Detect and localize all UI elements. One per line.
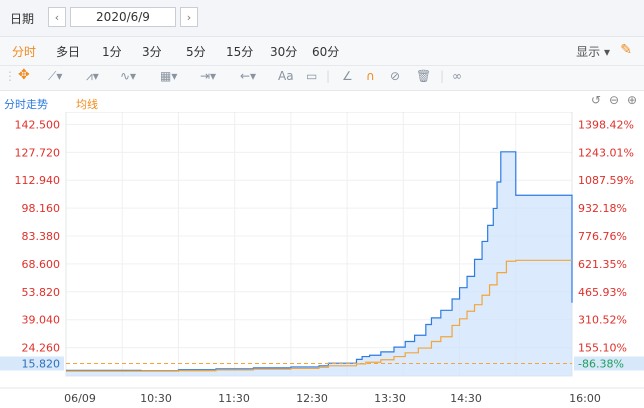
next-date-button[interactable]: › [180,7,198,27]
hide-drawings-icon[interactable]: ⊘ [390,69,400,83]
chart-header: 分时走势 均线 ↺ ⊖ ⊕ [0,92,644,112]
x-tick-6: 16:00 [569,392,601,405]
y-left-tick-4: 83.380 [22,230,61,243]
y-left-tick-3: 98.160 [22,202,61,215]
y-right-tick-4: 776.76% [578,230,627,243]
x-tick-2: 11:30 [218,392,250,405]
prev-date-button[interactable]: ‹ [48,7,66,27]
y-right-tick-2: 1087.59% [578,174,634,187]
crosshair-icon[interactable]: ✥ [18,67,30,83]
x-tick-5: 14:30 [450,392,482,405]
chevron-right-icon: › [186,11,192,24]
line-tool-icon[interactable]: ⟋▾ [48,69,62,84]
y-right-tick-0: 1398.42% [578,118,634,131]
tab-15min[interactable]: 15分 [226,43,253,60]
tab-3min[interactable]: 3分 [142,43,162,60]
tab-multi-day[interactable]: 多日 [56,43,80,60]
text-tool[interactable]: Aa [278,69,294,83]
intraday-chart[interactable]: 15.820 -86.38% 142.500 127.720 112.940 98.16… [0,112,644,408]
date-bar: 日期 ‹ 2020/6/9 › [0,0,644,37]
wave-tool-icon[interactable]: ∿▾ [120,69,136,83]
x-tick-1: 10:30 [140,392,172,405]
period-tabs: 分时 多日 1分 3分 5分 15分 30分 60分 显示 ▾ ✎ [0,37,644,66]
magnet-icon[interactable]: ∩ [366,69,375,83]
tab-average-line[interactable]: 均线 [76,96,98,112]
date-field[interactable]: 2020/6/9 [70,7,176,27]
x-tick-4: 13:30 [374,392,406,405]
drawing-toolbar: ⋮ ✥ ⟋▾ ⩘▾ ∿▾ ▦▾ ⇥▾ ←▾ Aa ▭ | ∠ ∩ ⊘ 🗑 | ∞ [0,66,644,91]
y-left-tick-2: 112.940 [15,174,61,187]
tab-trend[interactable]: 分时走势 [4,96,48,112]
zoom-out-icon[interactable]: ⊖ [608,94,620,106]
angle-tool-icon[interactable]: ∠ [342,69,353,83]
display-menu-label: 显示 [576,45,601,59]
reference-value-label: 15.820 [22,358,61,371]
chevron-left-icon: ‹ [54,11,60,24]
tab-60min[interactable]: 60分 [312,43,339,60]
y-left-tick-7: 39.040 [22,314,61,327]
zoom-in-icon[interactable]: ⊕ [626,94,638,106]
polyline-tool-icon[interactable]: ⩘▾ [86,69,99,84]
trash-icon[interactable]: 🗑 [416,69,431,83]
y-right-tick-3: 932.18% [578,202,627,215]
y-left-tick-6: 53.820 [22,286,61,299]
undo-icon[interactable]: ↺ [590,94,602,106]
toolbar-grip-icon: ⋮ [4,69,16,83]
y-left-tick-5: 68.600 [22,258,61,271]
fibonacci-tool-icon[interactable]: ▦▾ [160,69,177,83]
y-left-tick-1: 127.720 [15,146,61,159]
tab-30min[interactable]: 30分 [270,43,297,60]
y-left-tick-8: 24.260 [22,342,61,355]
range-tool-icon[interactable]: ⇥▾ [200,69,216,83]
x-tick-3: 12:30 [296,392,328,405]
date-label: 日期 [10,12,35,26]
arrow-tool-icon[interactable]: ←▾ [240,69,256,83]
display-menu-button[interactable]: 显示 ▾ [576,43,610,60]
y-right-tick-7: 310.52% [578,314,627,327]
tab-1min[interactable]: 1分 [102,43,122,60]
comment-icon[interactable]: ▭ [306,69,317,83]
link-icon[interactable]: ∞ [452,69,462,83]
reference-pct-label: -86.38% [578,358,624,371]
chevron-down-icon: ▾ [603,45,610,59]
toolbar-divider: | [326,69,331,83]
y-right-tick-5: 621.35% [578,258,627,271]
x-tick-0: 06/09 [64,392,96,405]
y-right-tick-8: 155.10% [578,342,627,355]
y-right-tick-6: 465.93% [578,286,627,299]
y-right-tick-1: 1243.01% [578,146,634,159]
toolbar-divider-2: | [440,69,445,83]
tab-5min[interactable]: 5分 [186,43,206,60]
y-left-tick-0: 142.500 [15,118,61,131]
tab-intraday[interactable]: 分时 [12,43,36,60]
pencil-icon[interactable]: ✎ [620,42,632,58]
